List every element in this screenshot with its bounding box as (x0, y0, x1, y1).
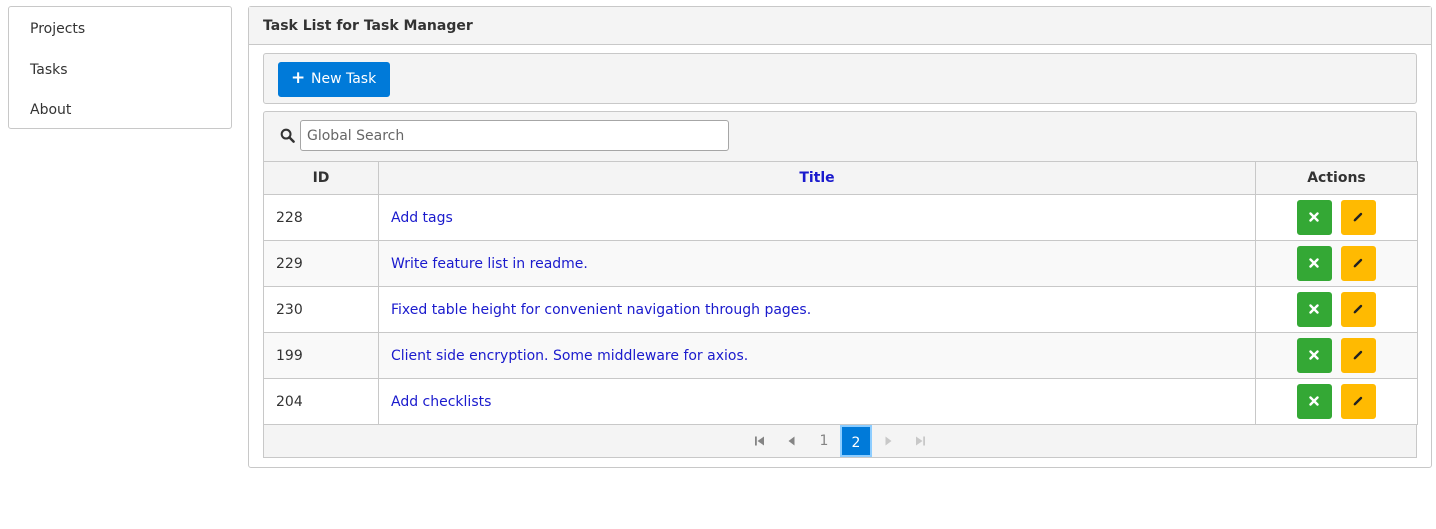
close-icon (1309, 258, 1319, 268)
last-page-icon[interactable] (904, 425, 936, 457)
close-icon (1309, 350, 1319, 360)
next-page-icon[interactable] (872, 425, 904, 457)
paginator: 1 2 (263, 425, 1417, 458)
delete-button[interactable] (1297, 384, 1333, 419)
sidebar-item-about[interactable]: About (30, 102, 71, 118)
sidebar-item-projects[interactable]: Projects (30, 21, 85, 37)
delete-button[interactable] (1297, 338, 1333, 373)
close-icon (1309, 212, 1319, 222)
task-title-cell: Add tags (378, 194, 1256, 241)
search-icon (280, 128, 296, 144)
row-actions (1255, 240, 1418, 287)
task-id: 229 (263, 240, 379, 287)
first-page-icon[interactable] (744, 425, 776, 457)
task-title-link[interactable]: Write feature list in readme. (391, 256, 588, 272)
delete-button[interactable] (1297, 246, 1333, 281)
column-header-title[interactable]: Title (378, 161, 1256, 195)
close-icon (1309, 304, 1319, 314)
task-title-link[interactable]: Client side encryption. Some middleware … (391, 348, 748, 364)
page-title: Task List for Task Manager (263, 18, 473, 34)
table-row: 230 Fixed table height for convenient na… (263, 286, 1418, 333)
task-id: 228 (263, 194, 379, 241)
task-id: 230 (263, 286, 379, 333)
table-row: 229 Write feature list in readme. (263, 240, 1418, 287)
edit-button[interactable] (1340, 292, 1376, 327)
pencil-icon (1353, 304, 1362, 314)
sidebar-item-tasks[interactable]: Tasks (30, 62, 68, 78)
column-header-actions: Actions (1255, 161, 1418, 195)
pencil-icon (1353, 258, 1362, 268)
panel-header: Task List for Task Manager (249, 7, 1431, 45)
toolbar: + New Task (263, 53, 1417, 104)
table-row: 199 Client side encryption. Some middlew… (263, 332, 1418, 379)
pencil-icon (1353, 212, 1362, 222)
task-table: ID Title Actions 228 Add tags 229 Write … (263, 161, 1418, 425)
task-title-cell: Client side encryption. Some middleware … (378, 332, 1256, 379)
task-table-container: ID Title Actions 228 Add tags 229 Write … (263, 111, 1418, 459)
task-id: 199 (263, 332, 379, 379)
column-header-id: ID (263, 161, 379, 195)
task-title-cell: Add checklists (378, 378, 1256, 425)
row-actions (1255, 286, 1418, 333)
task-title-link[interactable]: Fixed table height for convenient naviga… (391, 302, 811, 318)
task-title-cell: Write feature list in readme. (378, 240, 1256, 287)
new-task-label: New Task (311, 71, 377, 87)
plus-icon: + (291, 68, 306, 88)
delete-button[interactable] (1297, 292, 1333, 327)
table-header-row: ID Title Actions (263, 161, 1418, 195)
new-task-button[interactable]: + New Task (278, 62, 390, 97)
task-title-link[interactable]: Add checklists (391, 394, 491, 410)
task-title-link[interactable]: Add tags (391, 210, 453, 226)
search-bar (263, 111, 1417, 161)
row-actions (1255, 378, 1418, 425)
edit-button[interactable] (1340, 200, 1376, 235)
table-row: 204 Add checklists (263, 378, 1418, 425)
row-actions (1255, 332, 1418, 379)
pencil-icon (1353, 350, 1362, 360)
task-id: 204 (263, 378, 379, 425)
edit-button[interactable] (1340, 338, 1376, 373)
delete-button[interactable] (1297, 200, 1333, 235)
task-title-cell: Fixed table height for convenient naviga… (378, 286, 1256, 333)
page-2-button[interactable]: 2 (840, 425, 872, 457)
pencil-icon (1353, 396, 1362, 406)
edit-button[interactable] (1340, 384, 1376, 419)
prev-page-icon[interactable] (776, 425, 808, 457)
close-icon (1309, 396, 1319, 406)
sidebar-menu: Projects Tasks About (8, 6, 232, 129)
page-1-button[interactable]: 1 (808, 425, 840, 457)
task-list-panel: Task List for Task Manager + New Task Gl… (248, 6, 1432, 468)
row-actions (1255, 194, 1418, 241)
edit-button[interactable] (1340, 246, 1376, 281)
global-search-input[interactable] (300, 120, 729, 151)
table-row: 228 Add tags (263, 194, 1418, 241)
